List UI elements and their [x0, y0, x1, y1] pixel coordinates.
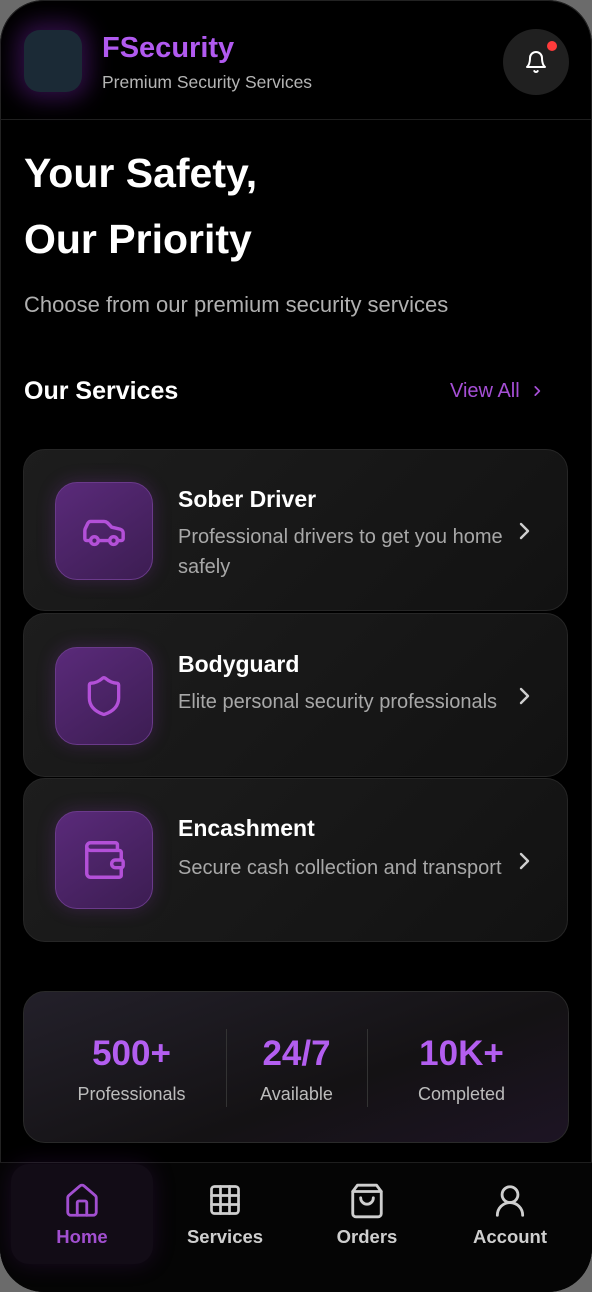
- view-all-label: View All: [450, 380, 520, 402]
- chevron-right-icon: [519, 687, 530, 705]
- tab-label: Account: [473, 1226, 547, 1247]
- app-header: FSecurity Premium Security Services: [0, 0, 592, 120]
- chevron-right-icon: [519, 522, 530, 540]
- tab-label: Home: [56, 1226, 108, 1247]
- tab-account[interactable]: Account: [439, 1164, 581, 1264]
- service-card-encashment[interactable]: Encashment Secure cash collection and tr…: [23, 778, 568, 942]
- bell-icon: [526, 51, 546, 73]
- stat-professionals: 500+ Professionals: [64, 1032, 199, 1108]
- grid-icon: [210, 1185, 240, 1215]
- shopping-bag-icon: [351, 1183, 383, 1219]
- service-title: Encashment: [178, 815, 315, 841]
- stat-value: 10K+: [419, 1034, 504, 1073]
- stat-available: 24/7 Available: [234, 1032, 359, 1108]
- services-section-title: Our Services: [24, 377, 179, 405]
- service-description: Professional drivers to get you home saf…: [178, 526, 503, 578]
- shield-icon: [87, 676, 121, 717]
- hero-title-line-2: Our Priority: [24, 216, 252, 262]
- wallet-icon: [85, 841, 125, 879]
- service-title: Bodyguard: [178, 651, 300, 677]
- brand-subtitle: Premium Security Services: [102, 72, 313, 92]
- service-description: Elite personal security professionals: [178, 691, 498, 713]
- stat-divider: [367, 1029, 368, 1107]
- stat-completed: 10K+ Completed: [394, 1032, 529, 1108]
- notification-dot: [547, 41, 557, 51]
- brand-title: FSecurity: [102, 32, 235, 64]
- tab-home[interactable]: Home: [11, 1164, 153, 1264]
- tab-label: Services: [186, 1226, 264, 1247]
- car-icon: [83, 519, 125, 547]
- stat-divider: [226, 1029, 227, 1107]
- chevron-right-icon: [519, 852, 530, 870]
- stat-value: 500+: [92, 1034, 171, 1073]
- service-icon-tile: [55, 647, 153, 745]
- service-icon-tile: [55, 482, 153, 580]
- service-card-sober-driver[interactable]: Sober Driver Professional drivers to get…: [23, 449, 568, 611]
- hero-title-line-1: Your Safety,: [24, 150, 258, 196]
- app-logo: [24, 30, 82, 92]
- user-icon: [495, 1185, 525, 1217]
- stat-value: 24/7: [262, 1034, 331, 1073]
- home-icon: [66, 1183, 98, 1217]
- hero-subtitle: Choose from our premium security service…: [24, 292, 449, 317]
- bottom-tab-bar: Home Services Orders Account: [0, 1162, 592, 1292]
- stat-label: Available: [260, 1084, 333, 1104]
- tab-label: Orders: [336, 1226, 398, 1247]
- view-all-link[interactable]: View All: [450, 376, 544, 406]
- app-screen: FSecurity Premium Security Services Your…: [0, 0, 592, 1292]
- service-card-bodyguard[interactable]: Bodyguard Elite personal security profes…: [23, 613, 568, 777]
- hero-title: Your Safety, Our Priority: [24, 140, 564, 272]
- service-description: Secure cash collection and transport: [178, 857, 502, 879]
- chevron-right-icon: [534, 386, 540, 396]
- service-title: Sober Driver: [178, 486, 317, 512]
- service-icon-tile: [55, 811, 153, 909]
- tab-orders[interactable]: Orders: [296, 1164, 438, 1264]
- notifications-button[interactable]: [503, 29, 569, 95]
- stats-panel: 500+ Professionals 24/7 Available 10K+ C…: [23, 991, 569, 1143]
- tab-services[interactable]: Services: [154, 1164, 296, 1264]
- stat-label: Completed: [417, 1084, 506, 1104]
- stat-label: Professionals: [77, 1084, 186, 1104]
